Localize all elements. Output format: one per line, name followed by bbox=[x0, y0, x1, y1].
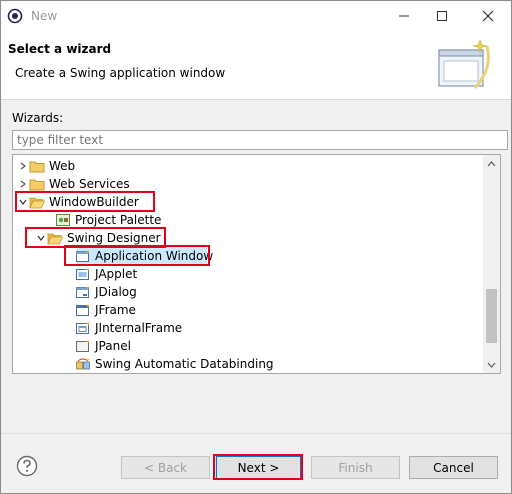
header-title: Select a wizard bbox=[8, 42, 112, 56]
tree-item-project-palette[interactable]: Project Palette bbox=[55, 211, 500, 229]
minimize-icon bbox=[399, 15, 409, 17]
folder-icon bbox=[29, 176, 45, 192]
tree-item-label: JApplet bbox=[95, 267, 138, 281]
tree-item-label: Project Palette bbox=[75, 213, 162, 227]
folder-open-icon bbox=[29, 194, 45, 210]
folder-open-icon bbox=[47, 230, 63, 246]
maximize-icon bbox=[437, 11, 447, 21]
tree-item-application-window[interactable]: Application Window bbox=[75, 247, 500, 265]
tree-item-label: WindowBuilder bbox=[49, 195, 139, 209]
frame-icon bbox=[75, 302, 91, 318]
wizard-tree[interactable]: Web Web Services WindowBuilder Project P… bbox=[12, 154, 501, 374]
tree-item-jdialog[interactable]: JDialog bbox=[75, 283, 500, 301]
minimize-button[interactable] bbox=[389, 5, 419, 27]
tree-item-jinternalframe[interactable]: JInternalFrame bbox=[75, 319, 500, 337]
internal-frame-icon bbox=[75, 320, 91, 336]
tree-item-label: Web Services bbox=[49, 177, 130, 191]
tree-item-label: JFrame bbox=[95, 303, 136, 317]
filter-input[interactable] bbox=[12, 130, 508, 150]
tree-item-windowbuilder[interactable]: WindowBuilder bbox=[17, 193, 487, 211]
tree-scrollbar[interactable] bbox=[483, 155, 500, 373]
wizards-label: Wizards: bbox=[12, 111, 64, 125]
chevron-right-icon[interactable] bbox=[17, 175, 29, 193]
scroll-up-icon[interactable] bbox=[483, 155, 500, 172]
help-icon[interactable] bbox=[16, 455, 38, 477]
folder-icon bbox=[29, 158, 45, 174]
tree-item-label: JPanel bbox=[95, 339, 131, 353]
tree-item-label: JInternalFrame bbox=[95, 321, 183, 335]
palette-icon bbox=[55, 212, 71, 228]
wizard-header: Select a wizard Create a Swing applicati… bbox=[1, 32, 511, 100]
new-wizard-dialog: New Select a wizard Create a Swing appli… bbox=[0, 0, 512, 494]
close-button[interactable] bbox=[473, 5, 503, 27]
maximize-button[interactable] bbox=[427, 5, 457, 27]
tree-item-label: Swing Designer bbox=[67, 231, 161, 245]
back-button[interactable]: < Back bbox=[121, 456, 210, 479]
databinding-icon bbox=[75, 356, 91, 372]
footer-divider bbox=[1, 433, 511, 434]
title-bar: New bbox=[1, 1, 511, 32]
tree-item-label: Application Window bbox=[95, 249, 214, 263]
scroll-down-icon[interactable] bbox=[483, 356, 500, 373]
applet-icon bbox=[75, 266, 91, 282]
tree-item-web[interactable]: Web bbox=[17, 157, 487, 175]
tree-item-label: Swing Automatic Databinding bbox=[95, 357, 274, 371]
tree-item-label: Web bbox=[49, 159, 76, 173]
tree-item-swing-databinding[interactable]: Swing Automatic Databinding bbox=[75, 355, 500, 373]
tree-item-web-services[interactable]: Web Services bbox=[17, 175, 487, 193]
tree-item-jpanel[interactable]: JPanel bbox=[75, 337, 500, 355]
chevron-down-icon[interactable] bbox=[17, 193, 29, 211]
chevron-down-icon[interactable] bbox=[35, 229, 47, 247]
header-description: Create a Swing application window bbox=[15, 66, 226, 80]
close-icon bbox=[482, 10, 494, 22]
tree-item-japplet[interactable]: JApplet bbox=[75, 265, 500, 283]
panel-icon bbox=[75, 338, 91, 354]
window-icon bbox=[75, 248, 91, 264]
eclipse-icon bbox=[7, 8, 23, 24]
tree-item-label: JDialog bbox=[95, 285, 137, 299]
next-button[interactable]: Next > bbox=[216, 456, 301, 479]
wizard-banner-icon bbox=[438, 39, 490, 90]
tree-item-swing-designer[interactable]: Swing Designer bbox=[35, 229, 500, 247]
scroll-thumb[interactable] bbox=[486, 289, 497, 343]
window-title: New bbox=[31, 9, 58, 23]
chevron-right-icon[interactable] bbox=[17, 157, 29, 175]
dialog-icon bbox=[75, 284, 91, 300]
finish-button[interactable]: Finish bbox=[311, 456, 400, 479]
cancel-button[interactable]: Cancel bbox=[409, 456, 498, 479]
tree-item-jframe[interactable]: JFrame bbox=[75, 301, 500, 319]
